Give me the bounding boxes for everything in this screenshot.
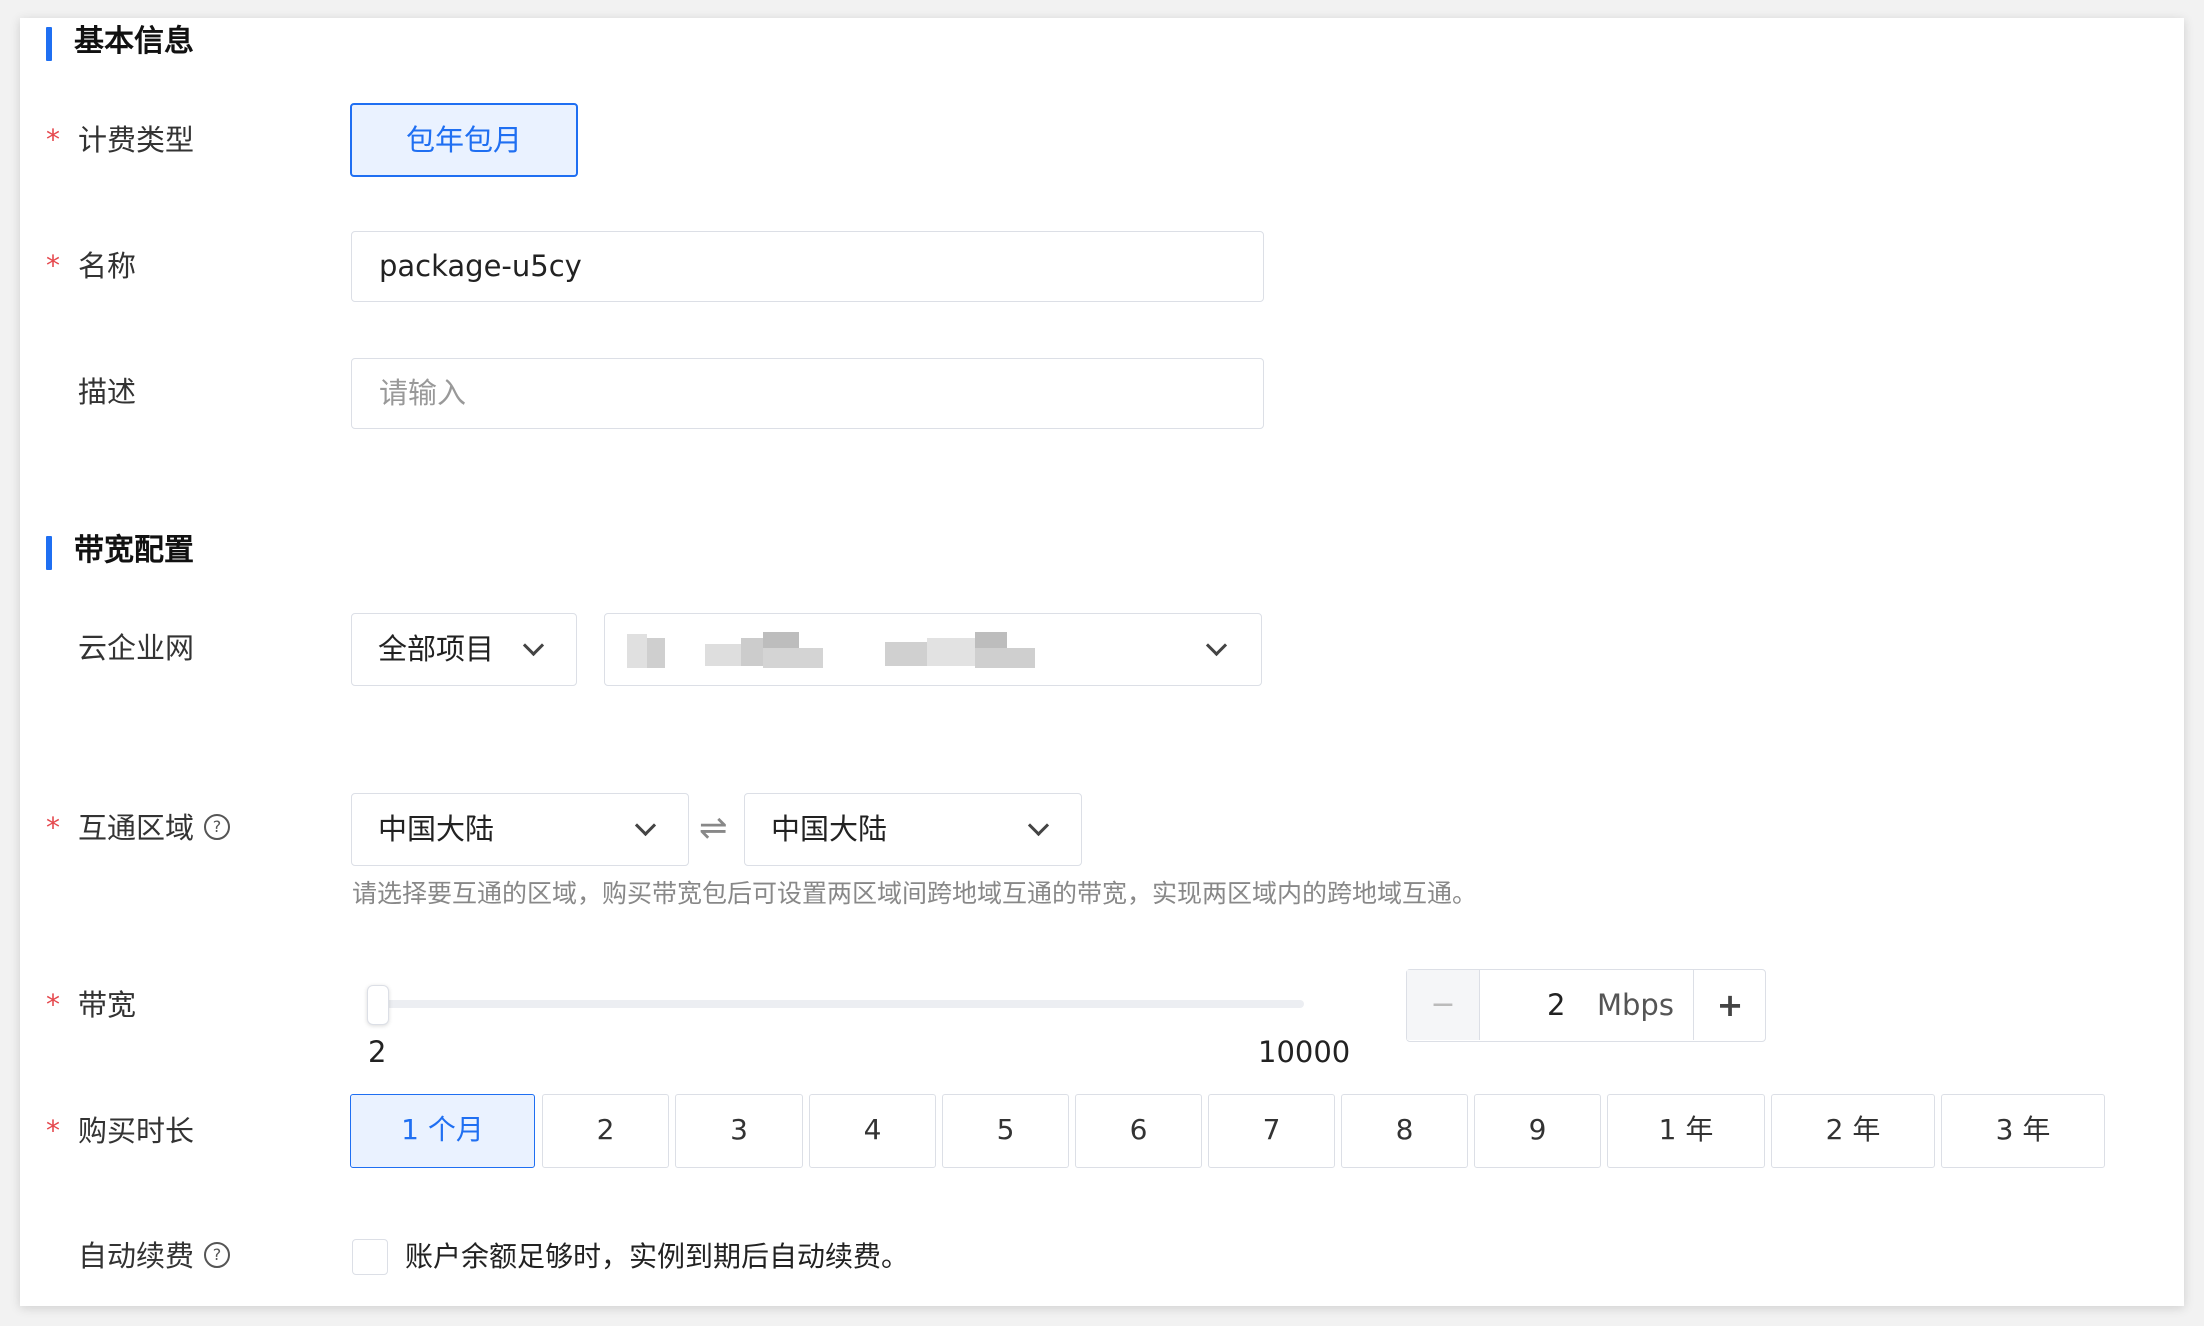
ccn-instance-select[interactable] <box>604 613 1262 686</box>
auto-renew-checkbox[interactable] <box>352 1239 388 1275</box>
stepper-unit: Mbps <box>1597 988 1674 1022</box>
duration-option-4[interactable]: 4 <box>809 1094 936 1168</box>
required-mark: * <box>46 249 60 282</box>
region-from-value: 中国大陆 <box>378 812 495 846</box>
bandwidth-slider-track[interactable] <box>376 1000 1304 1008</box>
duration-option-6[interactable]: 6 <box>1075 1094 1202 1168</box>
duration-option-1-year[interactable]: 1 年 <box>1607 1094 1765 1168</box>
name-input-value: package-u5cy <box>379 249 582 283</box>
auto-renew-label: 自动续费? <box>78 1236 231 1276</box>
duration-option-label: 9 <box>1528 1113 1547 1146</box>
duration-option-label: 3 <box>730 1113 748 1146</box>
duration-option-3-year[interactable]: 3 年 <box>1941 1094 2105 1168</box>
bandwidth-stepper: − 2 Mbps + <box>1406 969 1766 1042</box>
help-icon[interactable]: ? <box>204 814 231 840</box>
duration-option-9[interactable]: 9 <box>1474 1094 1601 1168</box>
region-label-text: 互通区域 <box>78 811 195 845</box>
chevron-down-icon <box>522 634 545 657</box>
description-input[interactable]: 请输入 <box>351 358 1264 429</box>
chevron-down-icon <box>1205 634 1228 657</box>
chevron-down-icon <box>634 814 657 837</box>
help-icon[interactable]: ? <box>204 1242 231 1268</box>
duration-option-1-month[interactable]: 1 个月 <box>350 1094 535 1168</box>
auto-renew-text: 账户余额足够时，实例到期后自动续费。 <box>405 1240 910 1273</box>
duration-option-8[interactable]: 8 <box>1341 1094 1468 1168</box>
bandwidth-slider-handle[interactable] <box>367 985 389 1025</box>
duration-option-label: 3 年 <box>1995 1113 2051 1146</box>
required-mark: * <box>46 988 60 1021</box>
duration-option-3[interactable]: 3 <box>675 1094 803 1168</box>
duration-option-5[interactable]: 5 <box>942 1094 1069 1168</box>
region-to-select[interactable]: 中国大陆 <box>744 793 1082 866</box>
stepper-minus-button[interactable]: − <box>1407 970 1480 1040</box>
name-label: 名称 <box>78 249 137 283</box>
stepper-value-input[interactable]: 2 Mbps <box>1479 970 1693 1040</box>
minus-icon: − <box>1430 987 1456 1022</box>
auto-renew-label-text: 自动续费 <box>78 1239 195 1273</box>
region-hint: 请选择要互通的区域，购买带宽包后可设置两区域间跨地域互通的带宽，实现两区域内的跨… <box>352 879 1478 908</box>
duration-option-label: 8 <box>1395 1113 1414 1146</box>
ccn-label: 云企业网 <box>78 631 195 665</box>
project-select-value: 全部项目 <box>378 632 495 666</box>
plus-icon: + <box>1716 986 1744 1024</box>
chevron-down-icon <box>1027 814 1050 837</box>
billing-type-option[interactable]: 包年包月 <box>350 103 578 177</box>
region-label: 互通区域? <box>78 808 231 848</box>
required-mark: * <box>46 1114 60 1147</box>
section-title-bandwidth: 带宽配置 <box>74 533 194 568</box>
slider-max-label: 10000 <box>1258 1035 1351 1069</box>
swap-icon[interactable]: ⇌ <box>699 806 728 850</box>
section-accent-bar <box>46 27 52 61</box>
bandwidth-label: 带宽 <box>78 988 137 1022</box>
project-select[interactable]: 全部项目 <box>351 613 577 686</box>
required-mark: * <box>46 811 60 844</box>
slider-min-label: 2 <box>368 1035 387 1069</box>
required-mark: * <box>46 123 60 156</box>
duration-option-label: 5 <box>996 1113 1015 1146</box>
duration-label: 购买时长 <box>78 1114 195 1148</box>
billing-type-option-label: 包年包月 <box>405 123 522 157</box>
duration-option-2-year[interactable]: 2 年 <box>1771 1094 1935 1168</box>
duration-option-label: 2 <box>596 1113 615 1146</box>
description-placeholder: 请输入 <box>379 376 467 410</box>
duration-option-label: 7 <box>1262 1113 1281 1146</box>
duration-option-label: 1 年 <box>1658 1113 1714 1146</box>
duration-option-2[interactable]: 2 <box>542 1094 669 1168</box>
duration-option-label: 2 年 <box>1825 1113 1881 1146</box>
duration-option-label: 1 个月 <box>401 1113 484 1146</box>
name-input[interactable]: package-u5cy <box>351 231 1264 302</box>
billing-type-label: 计费类型 <box>78 123 195 157</box>
stepper-plus-button[interactable]: + <box>1693 970 1766 1040</box>
duration-option-7[interactable]: 7 <box>1208 1094 1335 1168</box>
stepper-value: 2 <box>1547 988 1566 1022</box>
region-from-select[interactable]: 中国大陆 <box>351 793 689 866</box>
section-title-basic: 基本信息 <box>74 24 194 59</box>
description-label: 描述 <box>78 375 137 409</box>
region-to-value: 中国大陆 <box>771 812 888 846</box>
duration-option-label: 4 <box>863 1113 882 1146</box>
duration-option-label: 6 <box>1129 1113 1148 1146</box>
section-accent-bar <box>46 536 52 570</box>
